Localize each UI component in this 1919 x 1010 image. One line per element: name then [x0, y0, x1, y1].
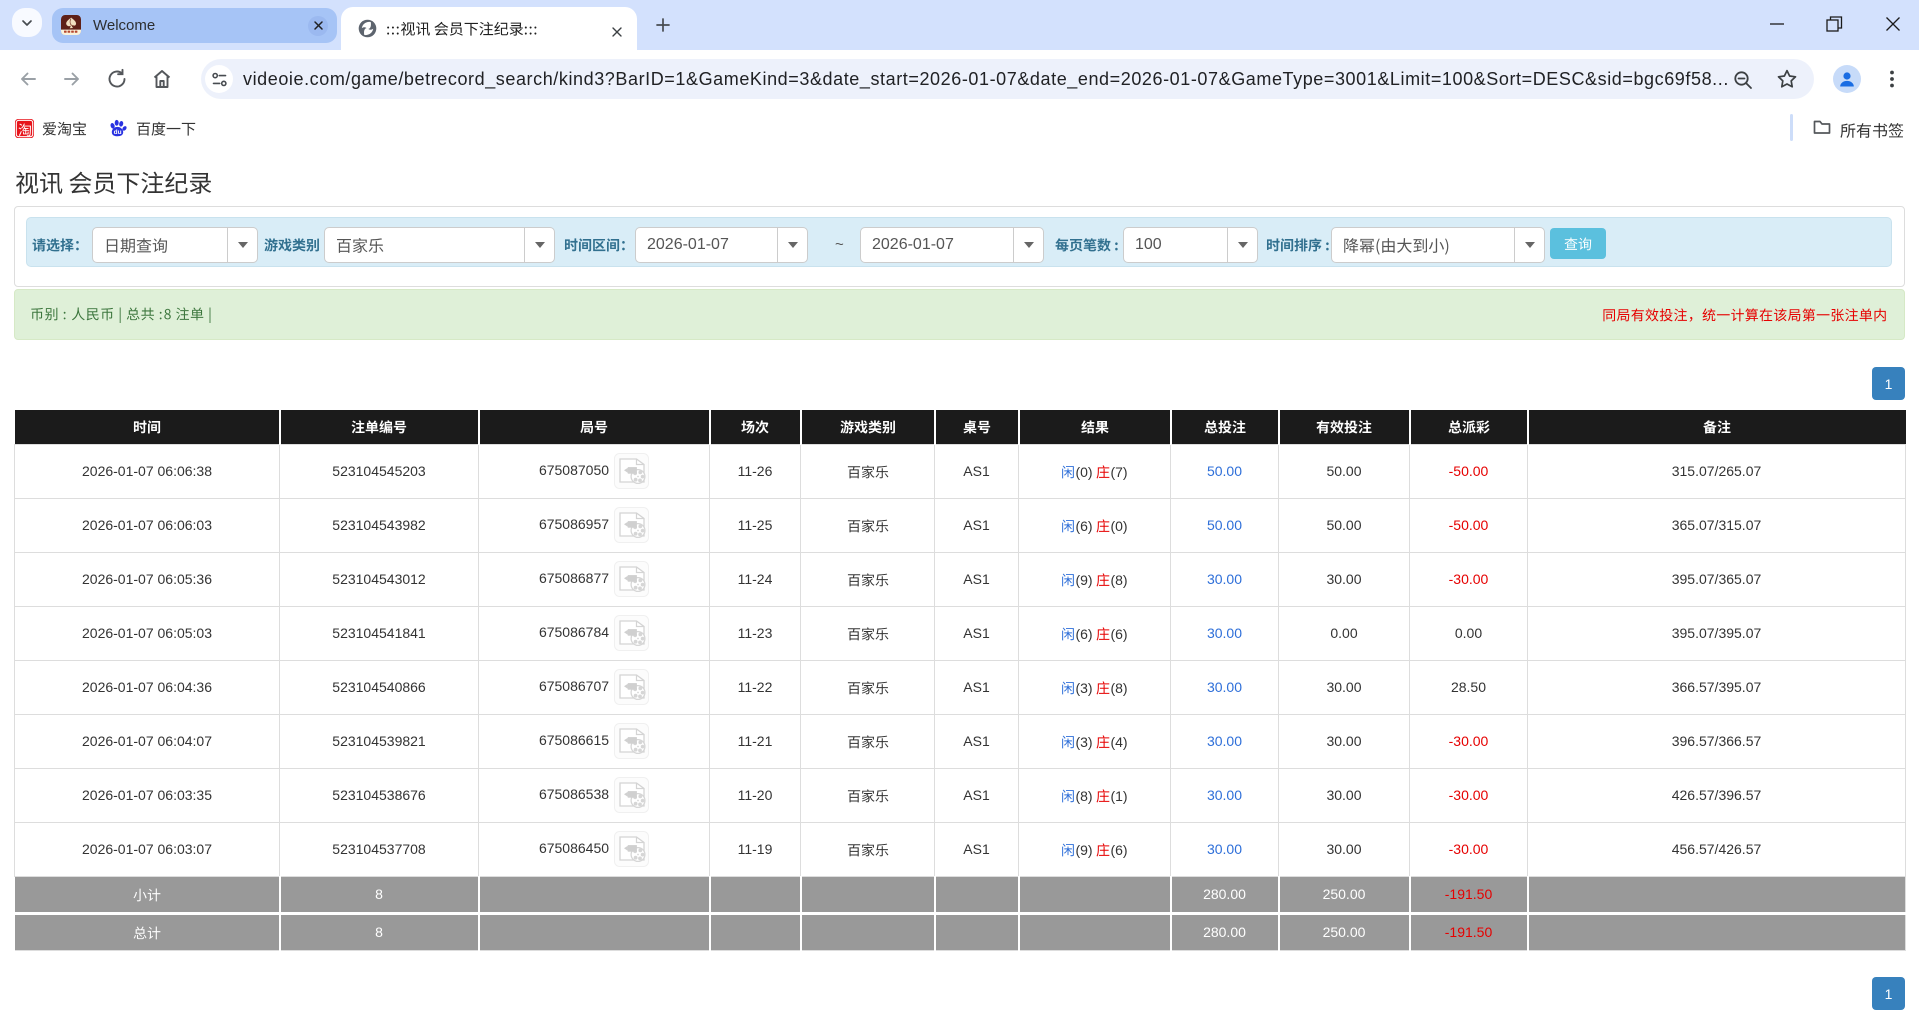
svg-text:du: du — [114, 129, 122, 136]
